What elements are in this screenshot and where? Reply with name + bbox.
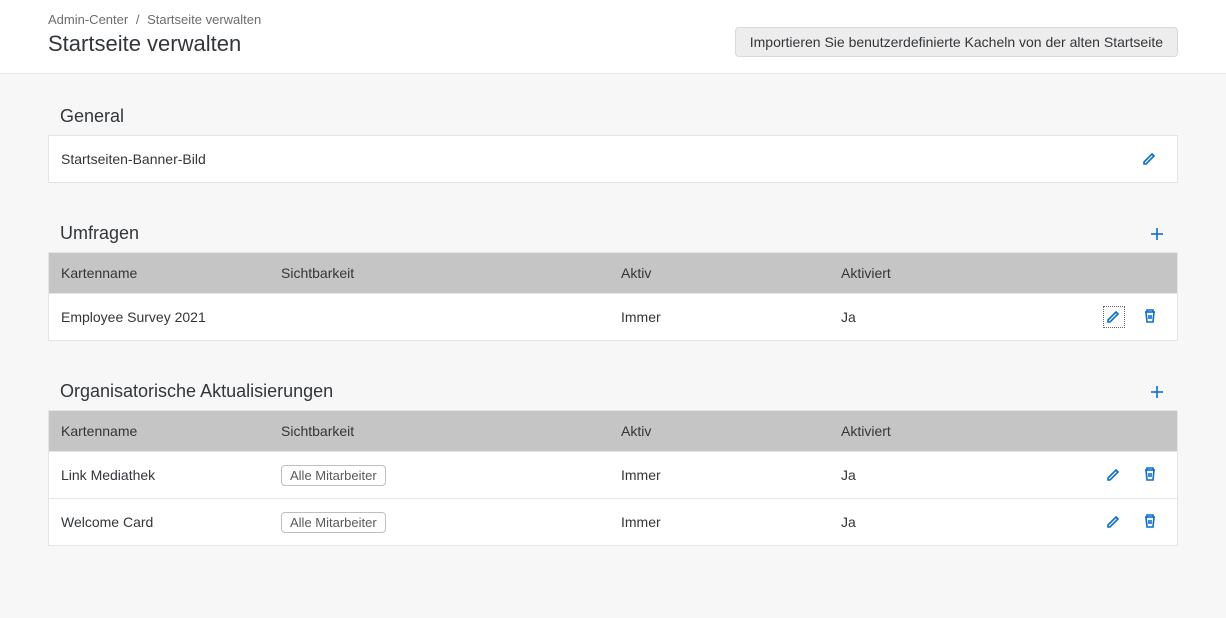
cell-active: Immer xyxy=(609,455,829,495)
pencil-icon xyxy=(1141,149,1159,170)
surveys-table-header: Kartenname Sichtbarkeit Aktiv Aktiviert xyxy=(49,253,1177,293)
section-org-updates: Organisatorische Aktualisierungen Karten… xyxy=(48,373,1178,546)
table-row: Link Mediathek Alle Mitarbeiter Immer Ja xyxy=(49,451,1177,498)
col-header-enabled: Aktiviert xyxy=(829,411,1087,451)
delete-row-button[interactable] xyxy=(1139,511,1161,533)
cell-name: Employee Survey 2021 xyxy=(49,297,269,337)
visibility-tag[interactable]: Alle Mitarbeiter xyxy=(281,465,386,486)
cell-enabled: Ja xyxy=(829,297,1087,337)
section-title-surveys: Umfragen xyxy=(60,223,139,244)
edit-banner-button[interactable] xyxy=(1139,148,1161,170)
pencil-icon xyxy=(1105,512,1123,533)
section-general: General Startseiten-Banner-Bild xyxy=(48,98,1178,183)
col-header-active: Aktiv xyxy=(609,253,829,293)
pencil-icon xyxy=(1105,465,1123,486)
visibility-tag[interactable]: Alle Mitarbeiter xyxy=(281,512,386,533)
breadcrumb-separator: / xyxy=(136,12,140,27)
col-header-name: Kartenname xyxy=(49,253,269,293)
breadcrumb-current: Startseite verwalten xyxy=(147,12,261,27)
col-header-visibility: Sichtbarkeit xyxy=(269,253,609,293)
breadcrumb: Admin-Center / Startseite verwalten xyxy=(48,12,261,27)
cell-name: Welcome Card xyxy=(49,502,269,542)
page-title: Startseite verwalten xyxy=(48,31,261,57)
cell-visibility xyxy=(269,305,609,329)
import-tiles-button[interactable]: Importieren Sie benutzerdefinierte Kache… xyxy=(735,27,1178,57)
col-header-visibility: Sichtbarkeit xyxy=(269,411,609,451)
section-surveys: Umfragen Kartenname Sichtbarkeit Aktiv A… xyxy=(48,215,1178,341)
trash-icon xyxy=(1141,307,1159,328)
col-header-active: Aktiv xyxy=(609,411,829,451)
cell-active: Immer xyxy=(609,502,829,542)
delete-row-button[interactable] xyxy=(1139,306,1161,328)
edit-row-button[interactable] xyxy=(1103,306,1125,328)
plus-icon xyxy=(1148,225,1166,243)
pencil-icon xyxy=(1105,307,1123,328)
add-survey-button[interactable] xyxy=(1148,225,1166,243)
edit-row-button[interactable] xyxy=(1103,511,1125,533)
table-row: Employee Survey 2021 Immer Ja xyxy=(49,293,1177,340)
table-row: Welcome Card Alle Mitarbeiter Immer Ja xyxy=(49,498,1177,545)
delete-row-button[interactable] xyxy=(1139,464,1161,486)
cell-enabled: Ja xyxy=(829,455,1087,495)
section-title-general: General xyxy=(60,106,124,127)
trash-icon xyxy=(1141,512,1159,533)
cell-active: Immer xyxy=(609,297,829,337)
plus-icon xyxy=(1148,383,1166,401)
cell-name: Link Mediathek xyxy=(49,455,269,495)
trash-icon xyxy=(1141,465,1159,486)
col-header-enabled: Aktiviert xyxy=(829,253,1087,293)
org-updates-table-header: Kartenname Sichtbarkeit Aktiv Aktiviert xyxy=(49,411,1177,451)
breadcrumb-root[interactable]: Admin-Center xyxy=(48,12,128,27)
edit-row-button[interactable] xyxy=(1103,464,1125,486)
section-title-org-updates: Organisatorische Aktualisierungen xyxy=(60,381,333,402)
add-org-update-button[interactable] xyxy=(1148,383,1166,401)
general-banner-row-label: Startseiten-Banner-Bild xyxy=(61,151,206,167)
cell-enabled: Ja xyxy=(829,502,1087,542)
col-header-name: Kartenname xyxy=(49,411,269,451)
